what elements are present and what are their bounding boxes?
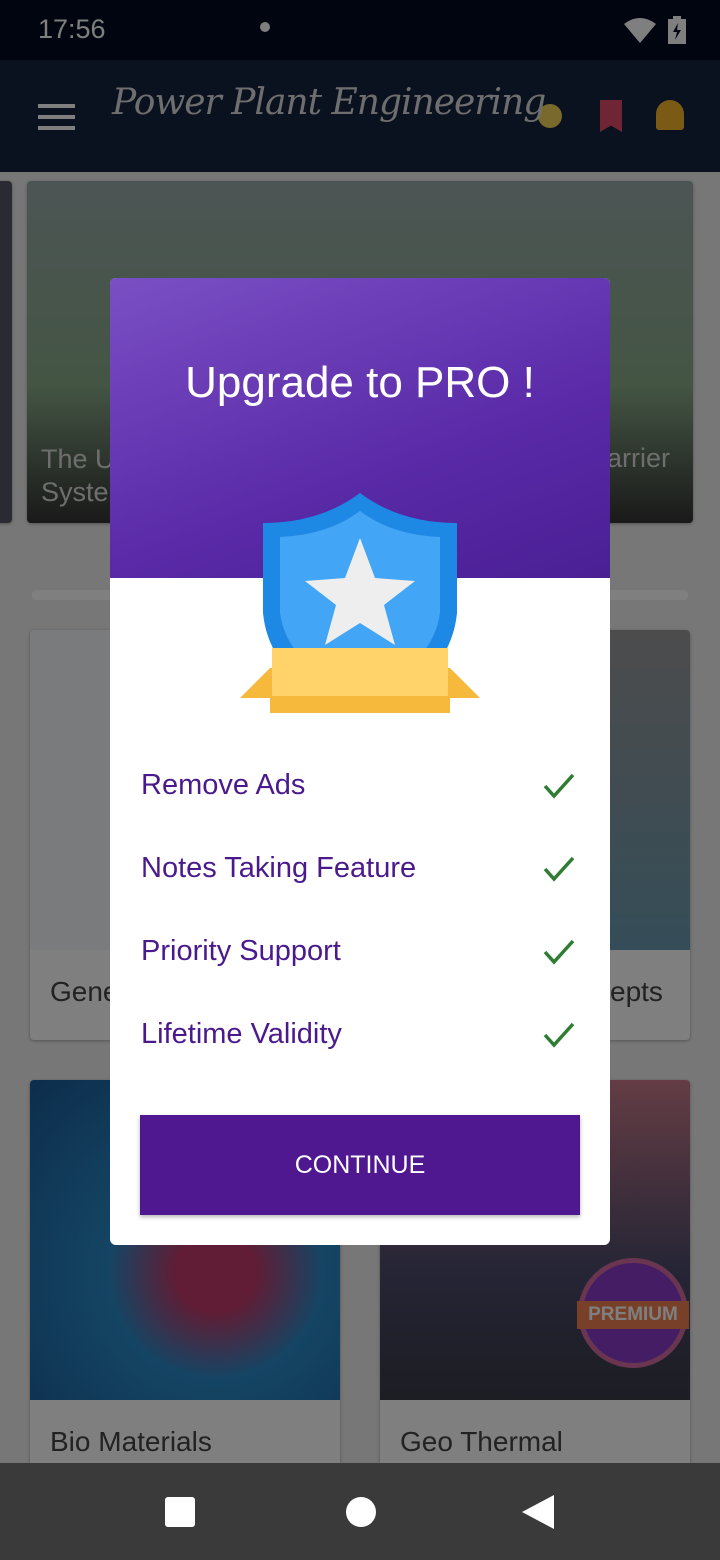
dialog-title: Upgrade to PRO !	[185, 358, 535, 407]
feature-priority-support: Priority Support	[141, 935, 341, 967]
check-icon	[543, 1022, 575, 1048]
feature-notes-taking: Notes Taking Feature	[141, 852, 417, 884]
navigation-bar	[0, 1463, 720, 1560]
back-button[interactable]	[522, 1495, 554, 1529]
continue-button[interactable]: CONTINUE	[140, 1115, 580, 1215]
shield-star-icon	[240, 493, 480, 713]
check-icon	[543, 773, 575, 799]
feature-lifetime-validity: Lifetime Validity	[141, 1018, 342, 1050]
check-icon	[543, 939, 575, 965]
recents-button[interactable]	[165, 1497, 195, 1527]
home-button[interactable]	[346, 1497, 376, 1527]
feature-remove-ads: Remove Ads	[141, 769, 306, 801]
check-icon	[543, 856, 575, 882]
upgrade-dialog: Upgrade to PRO ! Remove Ads Notes Taking…	[110, 278, 610, 1245]
